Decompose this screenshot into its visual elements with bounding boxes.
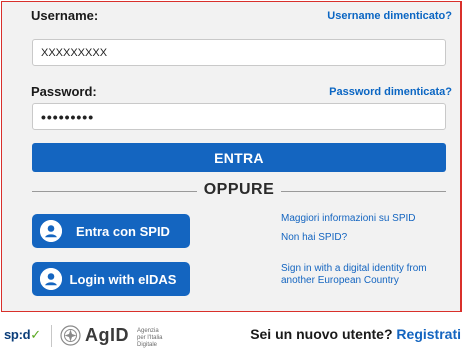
eidas-login-label: Login with eIDAS: [69, 271, 177, 287]
password-input[interactable]: [32, 103, 446, 130]
eidas-login-button[interactable]: Login with eIDAS: [32, 262, 190, 296]
register-link[interactable]: Registrati: [396, 326, 461, 342]
username-input[interactable]: [32, 39, 446, 66]
footer-divider: [51, 325, 52, 347]
agid-subtitle: Agenzia per l'Italia Digitale: [137, 328, 163, 348]
spid-no-account-link[interactable]: Non hai SPID?: [281, 232, 347, 244]
password-label: Password:: [31, 84, 97, 99]
agid-emblem-icon: [60, 325, 81, 346]
oppure-text: OPPURE: [203, 181, 275, 198]
entra-button[interactable]: ENTRA: [32, 143, 446, 172]
spid-logo-text: sp:d: [4, 327, 31, 342]
password-forgot-link[interactable]: Password dimenticata?: [329, 86, 452, 98]
agid-logo-text: AgID: [85, 325, 129, 345]
oppure-divider: OPPURE: [32, 178, 446, 204]
spid-logo: sp:d✓: [4, 327, 41, 343]
user-icon: [40, 268, 62, 290]
new-user-text: Sei un nuovo utente?: [250, 326, 393, 342]
spid-logo-check: ✓: [30, 327, 41, 342]
username-label: Username:: [31, 8, 99, 23]
login-panel: Username: Username dimenticato? Password…: [1, 1, 462, 312]
spid-login-label: Entra con SPID: [76, 223, 170, 239]
new-user-prompt: Sei un nuovo utente? Registrati: [250, 326, 461, 342]
user-icon: [40, 220, 62, 242]
spid-login-button[interactable]: Entra con SPID: [32, 214, 190, 248]
eidas-info-link[interactable]: Sign in with a digital identity from ano…: [281, 263, 451, 287]
spid-more-info-link[interactable]: Maggiori informazioni su SPID: [281, 213, 416, 225]
footer: sp:d✓ AgID Agenzia per l'Italia Digitale…: [0, 312, 465, 356]
username-forgot-link[interactable]: Username dimenticato?: [327, 10, 452, 22]
